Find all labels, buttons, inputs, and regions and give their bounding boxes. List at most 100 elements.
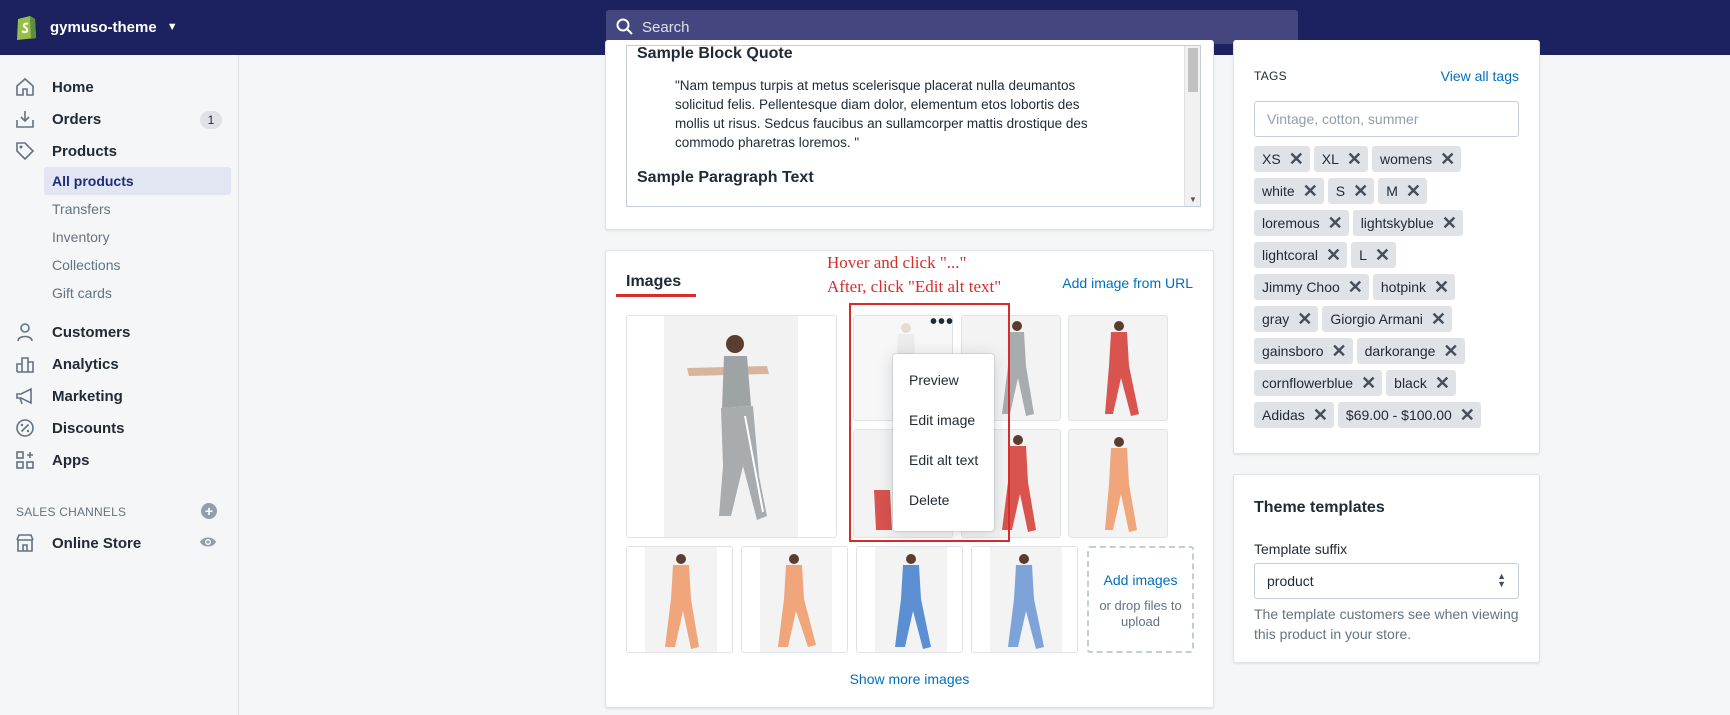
- remove-tag-icon[interactable]: ✕: [1443, 342, 1458, 360]
- remove-tag-icon[interactable]: ✕: [1347, 150, 1362, 168]
- more-actions-icon[interactable]: •••: [930, 312, 954, 332]
- tag-chip: XL ✕: [1313, 146, 1368, 172]
- store-switcher[interactable]: gymuso-theme ▼: [14, 13, 178, 41]
- remove-tag-icon[interactable]: ✕: [1435, 374, 1450, 392]
- discount-icon: [14, 417, 36, 439]
- remove-tag-icon[interactable]: ✕: [1431, 310, 1446, 328]
- tag-label: XL: [1321, 151, 1339, 167]
- tag-chip: gainsboro ✕: [1254, 338, 1353, 364]
- description-card: Sample Block Quote "Nam tempus turpis at…: [605, 40, 1214, 230]
- remove-tag-icon[interactable]: ✕: [1375, 246, 1390, 264]
- tag-label: S: [1335, 183, 1346, 199]
- eye-icon[interactable]: [199, 535, 217, 549]
- product-thumbnail-7[interactable]: [626, 546, 733, 653]
- add-channel-plus-icon[interactable]: +: [201, 503, 217, 519]
- tag-chip: $69.00 - $100.00 ✕: [1337, 402, 1481, 428]
- remove-tag-icon[interactable]: ✕: [1289, 150, 1304, 168]
- sidebar-item-gift-cards[interactable]: Gift cards: [44, 279, 231, 307]
- remove-tag-icon[interactable]: ✕: [1328, 214, 1343, 232]
- shopify-logo-icon: [17, 16, 36, 40]
- tag-label: L: [1359, 247, 1367, 263]
- template-suffix-select[interactable]: product ▲ ▼: [1254, 563, 1519, 599]
- annotation-line-2: After, click "Edit alt text": [827, 277, 1002, 296]
- images-heading: Images: [626, 273, 682, 290]
- product-thumbnail-9[interactable]: [856, 546, 963, 653]
- rich-text-editor[interactable]: Sample Block Quote "Nam tempus turpis at…: [626, 45, 1201, 207]
- remove-tag-icon[interactable]: ✕: [1442, 214, 1457, 232]
- nav-discounts[interactable]: Discounts: [14, 417, 125, 439]
- menu-item-edit-alt-text[interactable]: Edit alt text: [909, 452, 978, 468]
- nav-home[interactable]: Home: [14, 76, 94, 98]
- remove-tag-icon[interactable]: ✕: [1313, 406, 1328, 424]
- remove-tag-icon[interactable]: ✕: [1332, 342, 1347, 360]
- analytics-icon: [14, 353, 36, 375]
- product-thumbnail-6[interactable]: [1068, 429, 1168, 538]
- editor-quote: "Nam tempus turpis at metus scelerisque …: [675, 78, 1088, 150]
- tag-label: XS: [1262, 151, 1281, 167]
- scroll-down-arrow-icon[interactable]: ▼: [1189, 195, 1197, 204]
- nav-customers-label: Customers: [52, 323, 131, 341]
- sidebar-item-collections[interactable]: Collections: [44, 251, 231, 279]
- menu-item-delete[interactable]: Delete: [909, 492, 949, 508]
- product-thumbnail-10[interactable]: [971, 546, 1078, 653]
- nav-customers[interactable]: Customers: [14, 321, 130, 343]
- menu-item-edit-image[interactable]: Edit image: [909, 412, 975, 428]
- sidebar: Home Orders 1 Products All products Tran…: [0, 55, 239, 715]
- add-images-label[interactable]: Add images: [1089, 572, 1192, 588]
- nav-online-store[interactable]: Online Store: [14, 532, 141, 554]
- remove-tag-icon[interactable]: ✕: [1440, 150, 1455, 168]
- nav-home-label: Home: [52, 78, 94, 96]
- tag-chip: Jimmy Choo ✕: [1254, 274, 1369, 300]
- editor-scrollbar[interactable]: ▼: [1184, 46, 1200, 206]
- scrollbar-thumb[interactable]: [1188, 48, 1198, 92]
- tag-chip: L ✕: [1351, 242, 1397, 268]
- main-product-image[interactable]: [626, 315, 837, 538]
- apps-icon: [14, 449, 36, 471]
- tag-label: Giorgio Armani: [1330, 311, 1423, 327]
- model-photo-orange: [1069, 430, 1167, 537]
- tag-label: Adidas: [1262, 407, 1305, 423]
- template-suffix-label: Template suffix: [1254, 541, 1348, 557]
- show-more-images-link[interactable]: Show more images: [606, 671, 1213, 687]
- tag-label: womens: [1380, 151, 1433, 167]
- tag-row: gray ✕ Giorgio Armani ✕: [1254, 306, 1456, 332]
- remove-tag-icon[interactable]: ✕: [1297, 310, 1312, 328]
- tag-chip: Giorgio Armani ✕: [1322, 306, 1453, 332]
- remove-tag-icon[interactable]: ✕: [1460, 406, 1475, 424]
- remove-tag-icon[interactable]: ✕: [1434, 278, 1449, 296]
- remove-tag-icon[interactable]: ✕: [1348, 278, 1363, 296]
- search-placeholder: Search: [642, 18, 690, 36]
- nav-online-store-label: Online Store: [52, 534, 142, 552]
- nav-apps-label: Apps: [52, 451, 90, 469]
- product-thumbnail-8[interactable]: [741, 546, 848, 653]
- nav-products[interactable]: Products: [14, 140, 117, 162]
- sidebar-item-all-products[interactable]: All products: [44, 167, 231, 195]
- add-image-from-url-link[interactable]: Add image from URL: [1062, 275, 1193, 291]
- sidebar-item-transfers[interactable]: Transfers: [44, 195, 231, 223]
- nav-orders[interactable]: Orders: [14, 108, 101, 130]
- tag-row: gainsboro ✕ darkorange ✕: [1254, 338, 1469, 364]
- tags-input[interactable]: Vintage, cotton, summer: [1254, 101, 1519, 137]
- remove-tag-icon[interactable]: ✕: [1406, 182, 1421, 200]
- nav-analytics[interactable]: Analytics: [14, 353, 119, 375]
- sidebar-item-inventory[interactable]: Inventory: [44, 223, 231, 251]
- remove-tag-icon[interactable]: ✕: [1361, 374, 1376, 392]
- remove-tag-icon[interactable]: ✕: [1326, 246, 1341, 264]
- nav-marketing[interactable]: Marketing: [14, 385, 123, 407]
- tag-chip: lightskyblue ✕: [1352, 210, 1463, 236]
- menu-item-preview[interactable]: Preview: [909, 372, 959, 388]
- home-icon: [14, 76, 36, 98]
- tag-chip: Adidas ✕: [1254, 402, 1334, 428]
- template-help-text: The template customers see when viewing …: [1254, 606, 1519, 642]
- tag-label: Jimmy Choo: [1262, 279, 1340, 295]
- search-input[interactable]: Search: [606, 10, 1298, 44]
- nav-apps[interactable]: Apps: [14, 449, 90, 471]
- tag-chip: S ✕: [1327, 178, 1375, 204]
- tag-chip: XS ✕: [1254, 146, 1310, 172]
- add-images-dropzone[interactable]: Add images or drop files to upload: [1087, 546, 1194, 653]
- remove-tag-icon[interactable]: ✕: [1353, 182, 1368, 200]
- product-thumbnail-3[interactable]: [1068, 315, 1168, 421]
- remove-tag-icon[interactable]: ✕: [1303, 182, 1318, 200]
- tag-label: lightskyblue: [1360, 215, 1434, 231]
- view-all-tags-link[interactable]: View all tags: [1441, 68, 1519, 84]
